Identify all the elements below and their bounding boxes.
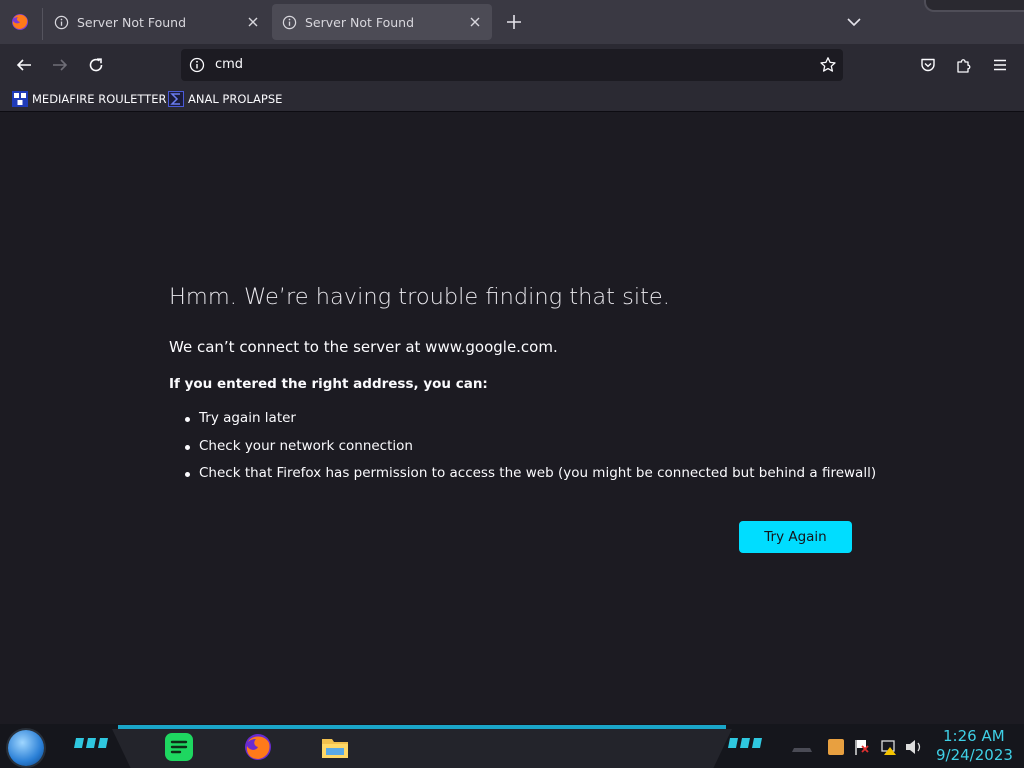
tab-strip: Server Not Found Server Not Found	[0, 0, 1024, 44]
url-text[interactable]: cmd	[215, 57, 243, 72]
new-tab-plus-icon[interactable]	[503, 11, 525, 33]
info-icon	[54, 15, 69, 29]
error-page: Hmm. We’re having trouble finding that s…	[0, 112, 1024, 724]
bookmark-anal-prolapse[interactable]: ANAL PROLAPSE	[168, 90, 282, 108]
sigma-favicon-icon	[168, 91, 184, 107]
back-arrow-icon	[16, 59, 31, 71]
reload-icon	[89, 58, 103, 72]
system-tray-icons[interactable]	[790, 738, 930, 756]
error-description: We can’t connect to the server at www.go…	[169, 338, 558, 356]
tab-server-not-found-2[interactable]: Server Not Found	[272, 4, 492, 40]
extensions-button[interactable]	[951, 53, 977, 77]
decorative-chevrons-icon	[728, 738, 762, 748]
back-button[interactable]	[11, 53, 37, 77]
navigation-toolbar: cmd	[0, 44, 1024, 86]
forward-button[interactable]	[47, 53, 73, 77]
suggestion-heading: If you entered the right address, you ca…	[169, 376, 488, 392]
tab-divider	[42, 8, 43, 40]
pocket-button[interactable]	[915, 53, 941, 77]
site-info-icon[interactable]	[189, 57, 205, 73]
url-bar[interactable]: cmd	[181, 49, 843, 81]
forward-arrow-icon	[53, 59, 68, 71]
suggestion-item: Check that Firefox has permission to acc…	[185, 465, 876, 493]
firefox-menu-icon[interactable]	[10, 12, 30, 32]
puzzle-piece-icon	[957, 59, 971, 73]
pocket-icon	[921, 58, 935, 72]
bookmark-label: MEDIAFIRE ROULETTER	[32, 92, 167, 106]
suggestion-item: Try again later	[185, 410, 876, 438]
bookmark-mediafire[interactable]: MEDIAFIRE ROULETTER	[12, 90, 166, 108]
close-tab-icon[interactable]	[246, 15, 260, 29]
clock-date[interactable]: 9/24/2023	[936, 746, 1013, 764]
info-icon	[282, 15, 297, 29]
bookmark-label: ANAL PROLAPSE	[188, 92, 283, 106]
tab-title: Server Not Found	[77, 14, 187, 30]
bookmarks-toolbar: MEDIAFIRE ROULETTER ANAL PROLAPSE	[0, 86, 1024, 112]
try-again-button[interactable]: Try Again	[739, 521, 852, 553]
file-explorer-icon[interactable]	[320, 732, 350, 762]
chevron-down-icon[interactable]	[843, 11, 865, 33]
mediafire-favicon-icon	[12, 91, 28, 107]
bookmark-star-icon[interactable]	[819, 56, 837, 74]
taskbar-accent-strip	[118, 725, 726, 729]
tab-title: Server Not Found	[305, 14, 415, 30]
taskbar-dock	[112, 729, 732, 768]
suggestion-item: Check your network connection	[185, 438, 876, 466]
suggestion-list: Try again later Check your network conne…	[185, 410, 876, 493]
decorative-chevrons-icon	[74, 738, 108, 748]
reload-button[interactable]	[83, 53, 109, 77]
close-tab-icon[interactable]	[468, 15, 482, 29]
notes-app-icon[interactable]	[164, 732, 194, 762]
clock-time[interactable]: 1:26 AM	[943, 727, 1005, 745]
firefox-taskbar-icon[interactable]	[243, 732, 273, 762]
error-title: Hmm. We’re having trouble finding that s…	[169, 284, 670, 310]
app-menu-button[interactable]	[987, 53, 1013, 77]
hamburger-menu-icon	[994, 59, 1006, 71]
tab-server-not-found-1[interactable]: Server Not Found	[44, 4, 270, 40]
taskbar: 1:26 AM 9/24/2023	[0, 724, 1024, 768]
window-frame-decoration	[924, 0, 1024, 12]
start-button[interactable]	[8, 730, 44, 766]
